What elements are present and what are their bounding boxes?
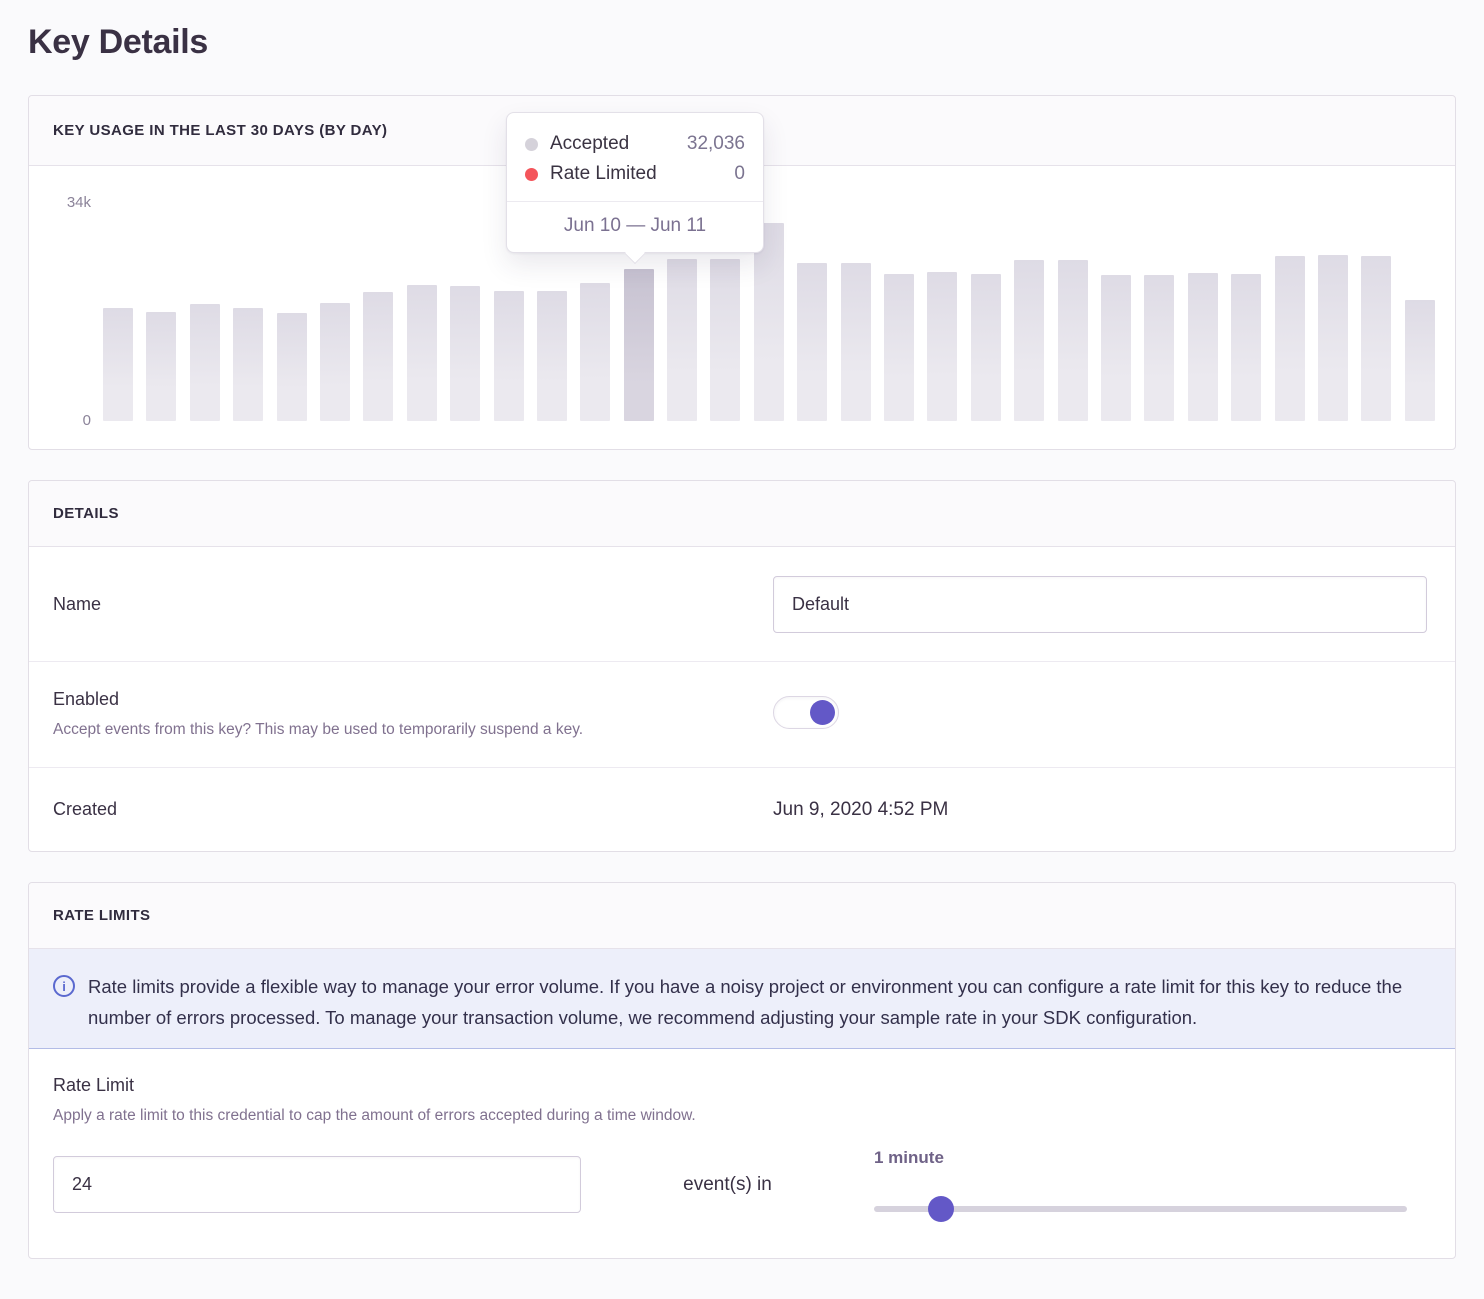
usage-bar[interactable]	[1058, 260, 1088, 421]
usage-bar[interactable]	[320, 303, 350, 421]
rate-limit-field-row: Rate Limit Apply a rate limit to this cr…	[29, 1049, 1455, 1258]
usage-bar[interactable]	[103, 308, 133, 421]
tooltip-rate-limited-label: Rate Limited	[550, 163, 657, 185]
key-usage-panel: KEY USAGE IN THE LAST 30 DAYS (BY DAY) 3…	[28, 95, 1456, 450]
usage-bar[interactable]	[841, 263, 871, 421]
usage-bar[interactable]	[450, 286, 480, 421]
details-panel: DETAILS Name Enabled Accept events from …	[28, 480, 1456, 852]
rate-limited-dot-icon	[525, 168, 538, 181]
usage-bar[interactable]	[1361, 256, 1391, 421]
usage-bar[interactable]	[1144, 275, 1174, 421]
chart-tooltip: Accepted 32,036 Rate Limited 0 Jun 10 — …	[506, 112, 764, 253]
name-label: Name	[53, 594, 773, 615]
enabled-toggle[interactable]	[773, 696, 839, 729]
usage-bar[interactable]	[971, 274, 1001, 421]
usage-bars	[103, 223, 1445, 421]
created-field-row: Created Jun 9, 2020 4:52 PM	[29, 768, 1455, 851]
tooltip-rate-limited-value: 0	[734, 163, 745, 185]
details-panel-header: DETAILS	[29, 481, 1455, 547]
usage-bar[interactable]	[537, 291, 567, 421]
tooltip-rate-limited-row: Rate Limited 0	[525, 159, 745, 189]
accepted-dot-icon	[525, 138, 538, 151]
name-input[interactable]	[773, 576, 1427, 633]
usage-bar[interactable]	[1188, 273, 1218, 421]
events-in-text: event(s) in	[581, 1148, 874, 1213]
tooltip-accepted-label: Accepted	[550, 133, 629, 155]
usage-bar[interactable]	[1318, 255, 1348, 421]
usage-bar[interactable]	[190, 304, 220, 421]
enabled-field-row: Enabled Accept events from this key? Thi…	[29, 662, 1455, 768]
rate-limit-count-input[interactable]	[53, 1156, 581, 1213]
created-label: Created	[53, 799, 773, 820]
usage-bar[interactable]	[1405, 300, 1435, 421]
usage-bar[interactable]	[233, 308, 263, 421]
rate-limit-label: Rate Limit	[53, 1075, 1429, 1096]
page-title: Key Details	[28, 22, 1456, 62]
usage-bar[interactable]	[494, 291, 524, 421]
tooltip-accepted-row: Accepted 32,036	[525, 129, 745, 159]
rate-limit-description: Apply a rate limit to this credential to…	[53, 1106, 1429, 1126]
usage-bar[interactable]	[884, 274, 914, 421]
usage-bar[interactable]	[754, 223, 784, 421]
usage-bar[interactable]	[146, 312, 176, 421]
created-value: Jun 9, 2020 4:52 PM	[773, 799, 948, 820]
enabled-description: Accept events from this key? This may be…	[53, 720, 773, 740]
usage-bar[interactable]	[407, 285, 437, 421]
enabled-label: Enabled	[53, 689, 773, 710]
usage-bar[interactable]	[580, 283, 610, 421]
usage-bar[interactable]	[1275, 256, 1305, 421]
rate-limits-panel: RATE LIMITS i Rate limits provide a flex…	[28, 882, 1456, 1259]
rate-limits-info-alert: i Rate limits provide a flexible way to …	[29, 949, 1455, 1049]
usage-bar[interactable]	[1101, 275, 1131, 421]
usage-bar[interactable]	[797, 263, 827, 421]
usage-bar[interactable]	[363, 292, 393, 421]
time-window-slider-knob[interactable]	[928, 1196, 954, 1222]
usage-bar[interactable]	[277, 313, 307, 421]
info-icon: i	[53, 975, 75, 997]
usage-bar-hovered[interactable]	[624, 269, 654, 421]
usage-bar[interactable]	[710, 259, 740, 421]
y-axis-max-label: 34k	[57, 194, 91, 211]
rate-limits-panel-header: RATE LIMITS	[29, 883, 1455, 949]
usage-bar[interactable]	[1014, 260, 1044, 421]
time-window-value-label: 1 minute	[874, 1148, 1407, 1168]
name-field-row: Name	[29, 547, 1455, 662]
enabled-toggle-knob	[810, 700, 835, 725]
rate-limits-info-text: Rate limits provide a flexible way to ma…	[88, 971, 1418, 1033]
usage-bar[interactable]	[667, 259, 697, 421]
y-axis-zero-label: 0	[57, 412, 91, 429]
tooltip-accepted-value: 32,036	[687, 133, 745, 155]
time-window-slider-track[interactable]	[874, 1206, 1407, 1212]
usage-bar[interactable]	[927, 272, 957, 421]
usage-bar[interactable]	[1231, 274, 1261, 421]
